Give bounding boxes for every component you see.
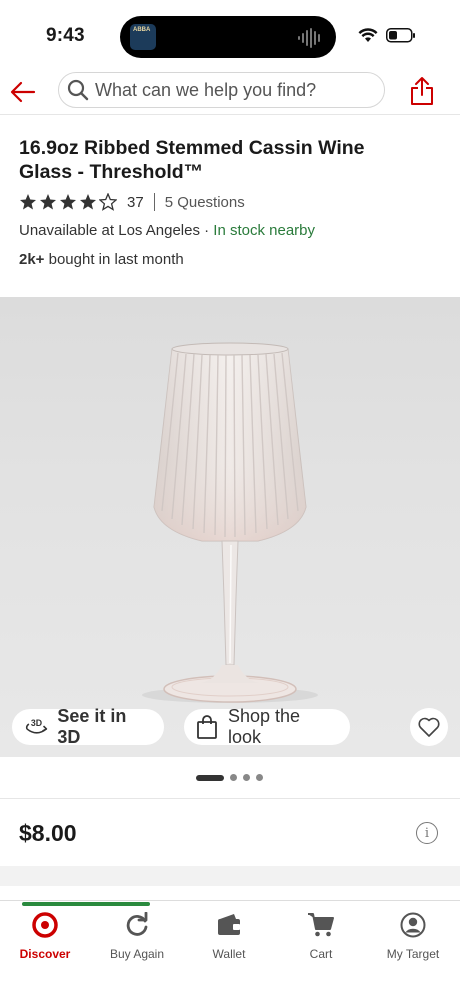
bought-count: 2k+ (19, 251, 45, 268)
star-filled-icon (80, 194, 96, 210)
rating-separator (153, 193, 155, 211)
nav-label: Cart (309, 947, 333, 961)
star-empty-icon (99, 193, 117, 211)
availability-text[interactable]: Unavailable at Los Angeles · In stock ne… (19, 222, 315, 239)
svg-text:3D: 3D (31, 718, 42, 728)
user-icon (400, 912, 426, 938)
search-input[interactable] (95, 79, 365, 101)
refresh-icon (126, 912, 148, 936)
now-playing-label: ABBA (133, 27, 151, 33)
carousel-dots[interactable] (196, 774, 263, 781)
star-rating[interactable] (19, 193, 117, 211)
bottom-navigation: Discover Buy Again Wallet Cart My Target (0, 900, 460, 1000)
wifi-icon (358, 28, 378, 42)
arrow-left-icon (10, 81, 36, 103)
product-price: $8.00 (19, 820, 77, 846)
cart-icon (308, 913, 334, 937)
see-in-3d-button[interactable]: 3D See it in 3D (12, 706, 164, 747)
nav-item-buy-again[interactable]: Buy Again (97, 911, 177, 961)
status-time: 9:43 (46, 25, 85, 46)
nav-label: My Target (386, 947, 440, 961)
star-filled-icon (60, 194, 76, 210)
3d-view-icon: 3D (25, 718, 48, 734)
see-in-3d-label: See it in 3D (57, 706, 127, 747)
share-icon (411, 77, 433, 105)
wallet-icon (218, 914, 240, 935)
nav-label: Wallet (212, 947, 246, 961)
star-filled-icon (20, 194, 36, 210)
wine-glass-image (142, 342, 318, 703)
header-divider (0, 114, 460, 115)
audio-waveform-icon (298, 28, 320, 48)
nav-item-cart[interactable]: Cart (281, 911, 361, 961)
carousel-dot-active[interactable] (196, 774, 224, 781)
scroll-content-peek (22, 902, 150, 906)
carousel-dot[interactable] (256, 774, 263, 781)
nav-item-my-target[interactable]: My Target (373, 911, 453, 961)
status-bar: 9:43 ABBA (0, 0, 460, 70)
shop-the-look-button[interactable]: Shop the look (184, 706, 350, 747)
favorite-button[interactable] (410, 708, 448, 746)
nav-label: Buy Again (109, 947, 165, 961)
availability-store: Unavailable at Los Angeles · (19, 222, 214, 239)
carousel-dot[interactable] (230, 774, 237, 781)
section-divider (0, 798, 460, 799)
nav-item-discover[interactable]: Discover (5, 911, 85, 961)
heart-icon (418, 717, 440, 737)
in-stock-status[interactable]: In stock nearby (213, 222, 315, 239)
battery-icon (386, 28, 415, 43)
now-playing-artwork: ABBA (130, 24, 156, 50)
product-image-carousel[interactable]: 3D See it in 3D Shop the look (0, 297, 460, 757)
status-icons (358, 28, 416, 43)
carousel-dot[interactable] (243, 774, 250, 781)
search-bar[interactable] (58, 72, 385, 108)
header (0, 70, 460, 114)
rating-row[interactable]: 37 5 Questions (19, 192, 245, 212)
info-icon: i (424, 825, 430, 841)
purchase-count: 2k+ bought in last month (19, 251, 184, 268)
section-spacer (0, 866, 460, 886)
bought-suffix: bought in last month (44, 251, 184, 268)
back-button[interactable] (8, 74, 38, 110)
dynamic-island[interactable]: ABBA (120, 16, 336, 58)
star-filled-icon (40, 194, 56, 210)
questions-link[interactable]: 5 Questions (165, 194, 245, 211)
nav-item-wallet[interactable]: Wallet (189, 911, 269, 961)
review-count[interactable]: 37 (127, 194, 144, 211)
price-info-button[interactable]: i (416, 822, 438, 844)
product-title: 16.9oz Ribbed Stemmed Cassin Wine Glass … (19, 137, 365, 183)
shop-the-look-label: Shop the look (227, 706, 301, 747)
search-icon (67, 79, 89, 101)
shopping-bag-icon (197, 715, 217, 739)
share-button[interactable] (408, 74, 436, 108)
nav-label: Discover (19, 947, 71, 961)
target-bullseye-icon (32, 912, 58, 938)
